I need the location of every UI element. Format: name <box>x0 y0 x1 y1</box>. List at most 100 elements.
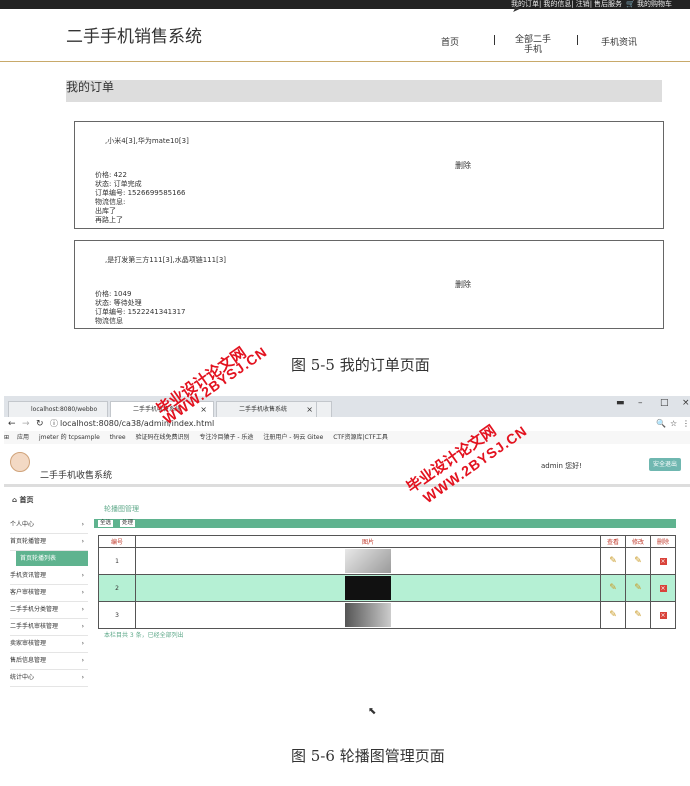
nav-all-used-line1: 全部二手 <box>515 35 552 45</box>
my-cart-link[interactable]: 我的购物车 <box>637 0 672 8</box>
nav-all-used[interactable]: 全部二手 手机 <box>515 35 551 55</box>
sidebar-item-news[interactable]: 手机资讯管理 › <box>10 568 88 585</box>
admin-sidebar: ⌂ 首页 个人中心 › 首页轮播管理 › 首页轮播列表 手机资讯管理 › 客户审核管理… <box>4 487 88 727</box>
search-icon[interactable]: 🔍 <box>656 417 666 431</box>
sidebar-label: 售后信息管理 <box>10 657 47 664</box>
sidebar-home[interactable]: ⌂ 首页 <box>12 495 33 505</box>
bookmark[interactable]: 验证码在线免费识别 <box>136 434 190 441</box>
sidebar-item-phone-review[interactable]: 二手手机审核管理 › <box>10 619 88 636</box>
order-delete-button[interactable]: 删除 <box>455 279 471 290</box>
site-brand: 二手手机销售系统 <box>66 27 202 47</box>
row-id: 1 <box>98 547 136 575</box>
info-icon: ⓘ <box>50 419 58 428</box>
sidebar-item-statistics[interactable]: 统计中心 › <box>10 670 88 687</box>
sidebar-item-customers[interactable]: 客户审核管理 › <box>10 585 88 602</box>
new-tab-button[interactable] <box>316 401 332 417</box>
edit-cell[interactable]: ✎ <box>625 547 651 575</box>
carousel-image <box>345 549 391 573</box>
chevron-right-icon: › <box>81 623 84 630</box>
my-info-link[interactable]: 我的信息 <box>543 0 571 8</box>
browser-tab[interactable]: localhost:8080/webbo <box>8 401 108 417</box>
pencil-icon[interactable]: ✎ <box>609 583 617 593</box>
nav-phone-news[interactable]: 手机资讯 <box>601 35 637 48</box>
edit-cell[interactable]: ✎ <box>625 601 651 629</box>
nav-all-used-line2: 手机 <box>524 45 543 55</box>
sidebar-item-sellers[interactable]: 卖家审核管理 › <box>10 636 88 653</box>
user-icon[interactable]: ▬ <box>616 398 625 408</box>
menu-icon[interactable]: ⋮ <box>682 417 690 431</box>
sidebar-item-carousel[interactable]: 首页轮播管理 › <box>10 534 88 551</box>
sidebar-item-profile[interactable]: 个人中心 › <box>10 517 88 534</box>
delete-cell[interactable]: × <box>650 601 676 629</box>
chevron-right-icon: › <box>81 521 84 528</box>
reload-icon[interactable]: ↻ <box>36 417 44 431</box>
bookmark[interactable]: jmeter 的 tcpsample <box>39 434 100 441</box>
url-field[interactable]: localhost:8080/ca38/admin/index.html <box>60 417 214 431</box>
minimize-icon[interactable]: – <box>638 398 643 408</box>
order-number: 订单编号: 1526699585166 <box>95 189 186 197</box>
sidebar-label: 二手手机审核管理 <box>10 623 59 630</box>
sidebar-subitem-carousel-list[interactable]: 首页轮播列表 <box>16 551 88 566</box>
carousel-table: 编号 图片 查看 修改 删除 1 ✎ ✎ × 2 ✎ ✎ × 3 ✎ ✎ × <box>98 535 676 629</box>
delete-icon[interactable]: × <box>659 611 667 619</box>
close-icon[interactable]: × <box>306 402 313 418</box>
sidebar-label: 个人中心 <box>10 521 35 528</box>
delete-cell[interactable]: × <box>650 574 676 602</box>
table-row: 2 ✎ ✎ × <box>98 574 676 602</box>
order-products: ,是打发第三方111[3],水晶项链111[3] <box>105 256 227 264</box>
sidebar-item-categories[interactable]: 二手手机分类管理 › <box>10 602 88 619</box>
sidebar-label: 首页轮播管理 <box>10 538 47 545</box>
back-icon[interactable]: ← <box>8 417 16 431</box>
pencil-icon[interactable]: ✎ <box>634 583 642 593</box>
delete-icon[interactable]: × <box>659 584 667 592</box>
forward-icon[interactable]: → <box>22 417 30 431</box>
table-row: 1 ✎ ✎ × <box>98 547 676 575</box>
app-logo-icon <box>10 452 30 472</box>
table-row: 3 ✎ ✎ × <box>98 601 676 629</box>
table-footer: 本栏目共 3 条，已经全部列出 <box>104 632 184 639</box>
view-cell[interactable]: ✎ <box>600 601 626 629</box>
process-button[interactable]: 处理 <box>120 520 136 527</box>
row-image <box>135 601 601 629</box>
select-all-button[interactable]: 全选 <box>98 520 114 527</box>
order-price: 价格: 1049 <box>95 290 132 298</box>
figure-caption: 图 5-6 轮播图管理页面 <box>291 747 445 765</box>
after-sales-link[interactable]: 售后服务 <box>594 0 622 8</box>
table-header-row: 编号 图片 查看 修改 删除 <box>98 535 676 548</box>
pencil-icon[interactable]: ✎ <box>609 556 617 566</box>
pencil-icon[interactable]: ✎ <box>634 556 642 566</box>
logout-link[interactable]: 注销 <box>576 0 590 8</box>
bookmark[interactable]: 专注冷目猿子 - 乐途 <box>199 434 253 441</box>
maximize-icon[interactable]: □ <box>660 398 669 408</box>
delete-icon[interactable]: × <box>659 557 667 565</box>
view-cell[interactable]: ✎ <box>600 574 626 602</box>
view-cell[interactable]: ✎ <box>600 547 626 575</box>
sidebar-item-after-sales[interactable]: 售后信息管理 › <box>10 653 88 670</box>
cart-icon[interactable]: 🛒 <box>626 0 635 8</box>
browser-window: localhost:8080/webbo 二手手机收售系统 × 二手手机收售系统 ×… <box>4 396 690 730</box>
order-logistics-line: 再路上了 <box>95 216 123 224</box>
nav-home[interactable]: 首页 <box>441 35 459 48</box>
delete-cell[interactable]: × <box>650 547 676 575</box>
breadcrumb: 轮播图管理 <box>104 505 139 513</box>
edit-cell[interactable]: ✎ <box>625 574 651 602</box>
bookmarks-bar: ⊞ 应用 jmeter 的 tcpsample three 验证码在线免费识别 专… <box>4 431 690 444</box>
logout-button[interactable]: 安全退出 <box>649 458 681 471</box>
bookmark[interactable]: three <box>110 434 126 441</box>
pencil-icon[interactable]: ✎ <box>609 610 617 620</box>
bookmark[interactable]: CTF资源库|CTF工具 <box>333 434 388 441</box>
order-price: 价格: 422 <box>95 171 127 179</box>
bookmark[interactable]: 应用 <box>17 434 29 441</box>
apps-icon[interactable]: ⊞ <box>4 434 9 441</box>
bookmark[interactable]: 注册用户 - 码云 Gitee <box>263 434 323 441</box>
sidebar-label: 二手手机分类管理 <box>10 606 59 613</box>
order-delete-button[interactable]: 删除 <box>455 160 471 171</box>
sidebar-label: 客户审核管理 <box>10 589 47 596</box>
close-window-icon[interactable]: × <box>682 398 690 408</box>
order-details: 价格: 1049 状态: 等待处理 订单编号: 1522241341317 物流… <box>95 290 185 326</box>
chevron-right-icon: › <box>81 606 84 613</box>
browser-tab[interactable]: 二手手机收售系统 × <box>216 401 320 417</box>
star-icon[interactable]: ☆ <box>670 417 677 431</box>
pencil-icon[interactable]: ✎ <box>634 610 642 620</box>
chevron-right-icon: › <box>81 657 84 664</box>
